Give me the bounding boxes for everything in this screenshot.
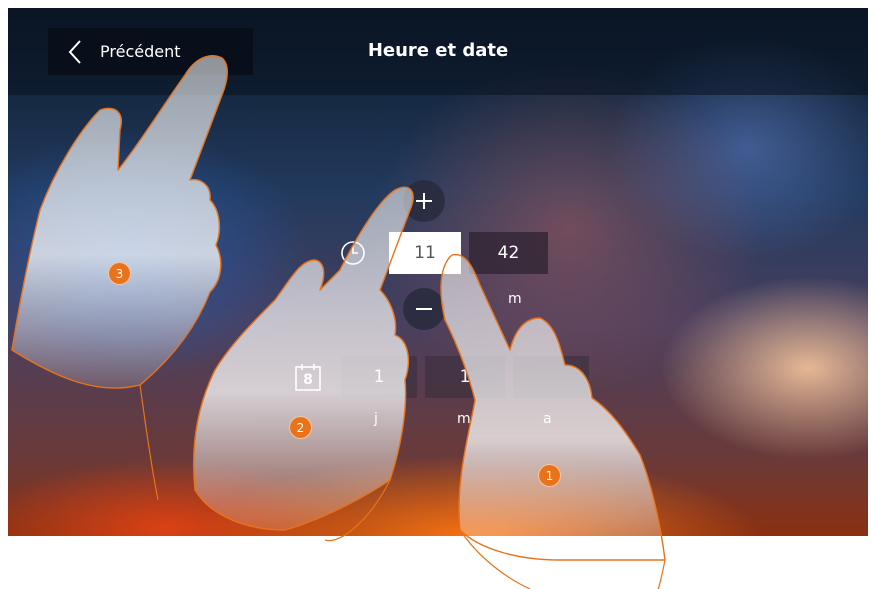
minute-unit-label: m: [508, 291, 522, 307]
calendar-icon: 8: [294, 362, 322, 392]
callout-badge-1: 1: [538, 464, 561, 487]
month-field[interactable]: 1: [425, 356, 505, 398]
clock-icon: [340, 240, 366, 270]
page-title: Heure et date: [367, 40, 509, 61]
callout-badge-3: 3: [108, 262, 131, 285]
callout-badge-2: 2: [289, 416, 312, 439]
minute-field[interactable]: 42: [469, 232, 548, 274]
decrement-button[interactable]: [403, 288, 445, 330]
minus-icon: [416, 308, 432, 310]
month-unit-label: m: [457, 411, 471, 427]
increment-button[interactable]: [403, 180, 445, 222]
plus-icon: [416, 193, 432, 209]
top-bar: Précédent Heure et date: [8, 8, 868, 95]
day-field[interactable]: 1: [341, 356, 417, 398]
device-screen: Précédent Heure et date 11 42 m 8 1 1 j …: [8, 8, 868, 536]
year-field[interactable]: [513, 356, 589, 398]
hour-field[interactable]: 11: [389, 232, 461, 274]
year-unit-label: a: [543, 411, 552, 427]
calendar-day-number: 8: [303, 372, 313, 388]
day-unit-label: j: [374, 411, 378, 427]
